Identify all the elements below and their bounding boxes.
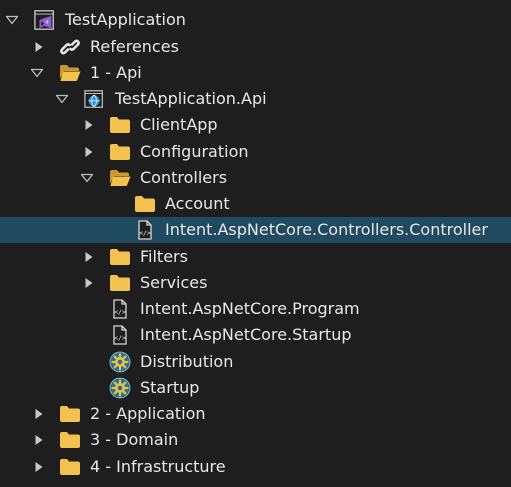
expand-arrow-icon[interactable] xyxy=(32,454,46,480)
tree-item-label: References xyxy=(90,37,179,56)
tree-item-references[interactable]: References xyxy=(0,34,511,60)
svg-text:</>: </> xyxy=(114,334,126,342)
expand-arrow-icon[interactable] xyxy=(32,401,46,427)
link-icon xyxy=(59,37,81,57)
tree-item-services[interactable]: Services xyxy=(0,270,511,296)
tree-item-testapplication-api[interactable]: TestApplication.Api xyxy=(0,86,511,112)
tree-item-label: Services xyxy=(140,273,208,292)
expand-arrow-icon[interactable] xyxy=(82,112,96,138)
svg-text:</>: </> xyxy=(114,308,126,316)
tree-item-controllers[interactable]: Controllers xyxy=(0,165,511,191)
tree-item-label: 1 - Api xyxy=(90,63,142,82)
folder-icon xyxy=(109,273,131,293)
folder-icon xyxy=(134,194,156,214)
template-file-icon: </> xyxy=(109,299,131,319)
tree-item-label: 3 - Domain xyxy=(90,430,179,449)
visual-studio-solution-icon xyxy=(34,10,56,30)
folder-open-icon xyxy=(109,168,131,188)
folder-icon xyxy=(109,115,131,135)
collapse-arrow-icon[interactable] xyxy=(55,86,69,112)
tree-item-startup[interactable]: Startup xyxy=(0,375,511,401)
solution-tree: TestApplication References 1 - Api TestA… xyxy=(0,0,511,487)
tree-item-distribution[interactable]: Distribution xyxy=(0,349,511,375)
tree-item-1-api[interactable]: 1 - Api xyxy=(0,60,511,86)
tree-item-clientapp[interactable]: ClientApp xyxy=(0,112,511,138)
template-file-icon: </> xyxy=(134,220,156,240)
tree-item-intent-aspnetcore-controllers-controller[interactable]: </> Intent.AspNetCore.Controllers.Contro… xyxy=(0,217,511,243)
tree-item-testapplication[interactable]: TestApplication xyxy=(0,7,511,33)
collapse-arrow-icon[interactable] xyxy=(80,165,94,191)
tree-item-configuration[interactable]: Configuration xyxy=(0,139,511,165)
tree-item-label: Controllers xyxy=(140,168,228,187)
tree-item-intent-aspnetcore-program[interactable]: </> Intent.AspNetCore.Program xyxy=(0,296,511,322)
tree-item-label: Account xyxy=(165,194,230,213)
folder-icon xyxy=(59,404,81,424)
tree-item-label: Configuration xyxy=(140,142,249,161)
tree-item-3-domain[interactable]: 3 - Domain xyxy=(0,427,511,453)
expand-arrow-icon[interactable] xyxy=(82,270,96,296)
folder-icon xyxy=(109,247,131,267)
tree-item-label: Intent.AspNetCore.Startup xyxy=(140,325,352,344)
folder-icon xyxy=(59,430,81,450)
tree-item-filters[interactable]: Filters xyxy=(0,244,511,270)
folder-icon xyxy=(59,457,81,477)
tree-item-account[interactable]: Account xyxy=(0,191,511,217)
tree-item-label: Filters xyxy=(140,247,188,266)
expand-arrow-icon[interactable] xyxy=(82,244,96,270)
tree-item-4-infrastructure[interactable]: 4 - Infrastructure xyxy=(0,454,511,480)
tree-item-2-application[interactable]: 2 - Application xyxy=(0,401,511,427)
tree-item-label: Distribution xyxy=(140,352,234,371)
web-project-icon xyxy=(84,89,106,109)
expand-arrow-icon[interactable] xyxy=(32,427,46,453)
tree-item-label: 4 - Infrastructure xyxy=(90,457,226,476)
tree-item-intent-aspnetcore-startup[interactable]: </> Intent.AspNetCore.Startup xyxy=(0,322,511,348)
tree-item-label: TestApplication.Api xyxy=(115,89,267,108)
expand-arrow-icon[interactable] xyxy=(32,34,46,60)
template-file-icon: </> xyxy=(109,325,131,345)
folder-icon xyxy=(109,142,131,162)
tree-item-label: Intent.AspNetCore.Program xyxy=(140,299,360,318)
tree-item-label: ClientApp xyxy=(140,115,218,134)
gear-icon xyxy=(109,351,131,373)
svg-text:</>: </> xyxy=(139,229,151,237)
tree-item-label: TestApplication xyxy=(65,10,186,29)
tree-item-label: Intent.AspNetCore.Controllers.Controller xyxy=(165,220,488,239)
collapse-arrow-icon[interactable] xyxy=(5,7,19,33)
tree-item-label: 2 - Application xyxy=(90,404,206,423)
folder-open-icon xyxy=(59,63,81,83)
collapse-arrow-icon[interactable] xyxy=(30,60,44,86)
gear-icon xyxy=(109,377,131,399)
tree-item-label: Startup xyxy=(140,378,200,397)
expand-arrow-icon[interactable] xyxy=(82,139,96,165)
